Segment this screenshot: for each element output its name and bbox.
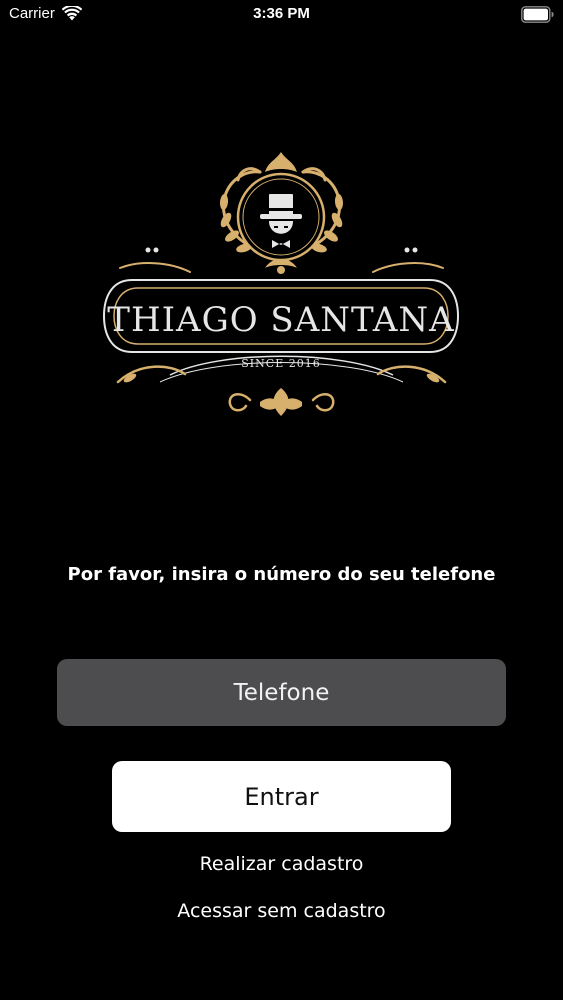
battery-icon — [521, 6, 554, 23]
status-time: 3:36 PM — [253, 5, 310, 22]
phone-prompt: Por favor, insira o número do seu telefo… — [67, 564, 496, 585]
status-bar: Carrier 3:36 PM — [0, 0, 563, 30]
brand-logo: THIAGO SANTANA SINCE 2016 — [100, 150, 463, 425]
register-link[interactable]: Realizar cadastro — [0, 853, 563, 875]
logo-since: SINCE 2016 — [241, 357, 320, 370]
phone-input[interactable] — [57, 659, 506, 726]
logo-title: THIAGO SANTANA — [107, 300, 454, 340]
guest-access-link[interactable]: Acessar sem cadastro — [0, 900, 563, 922]
brand-logo-graphic: THIAGO SANTANA SINCE 2016 — [102, 152, 460, 416]
enter-button[interactable]: Entrar — [112, 761, 451, 832]
